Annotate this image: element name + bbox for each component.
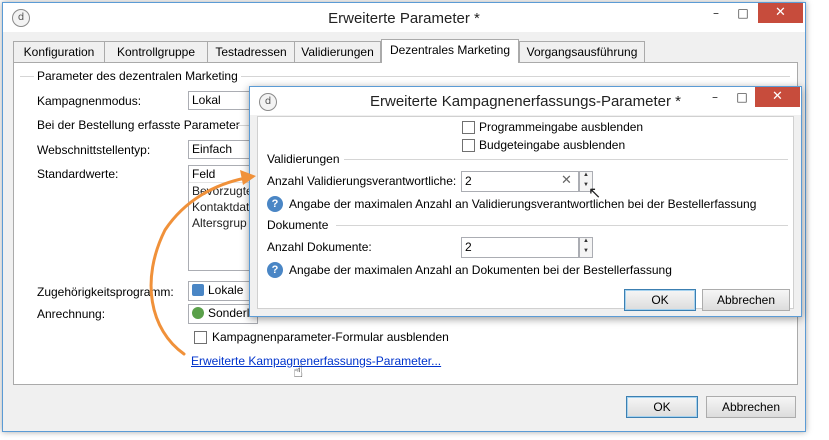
list-item[interactable]: Kontaktdat xyxy=(189,199,257,215)
advanced-params-dialog: d Erweiterte Kampagnenerfassungs-Paramet… xyxy=(249,86,802,317)
hide-form-label: Kampagnenparameter-Formular ausblenden xyxy=(212,330,449,344)
charging-value: Sonderl xyxy=(208,306,250,320)
documents-section-label: Dokumente xyxy=(267,218,329,232)
campaign-mode-label: Kampagnenmodus: xyxy=(37,94,142,108)
hide-program-label: Programmeingabe ausblenden xyxy=(479,120,644,134)
charging-field[interactable]: Sonderl xyxy=(188,304,258,324)
tab-kontrollgruppe[interactable]: Kontrollgruppe xyxy=(104,41,208,62)
tab-validierungen[interactable]: Validierungen xyxy=(294,41,381,62)
campaign-mode-select[interactable]: Lokal xyxy=(188,91,258,110)
defaults-label: Standardwerte: xyxy=(37,167,119,181)
dialog-titlebar: d Erweiterte Kampagnenerfassungs-Paramet… xyxy=(250,87,801,115)
charging-label: Anrechnung: xyxy=(37,307,106,321)
interface-type-select[interactable]: Einfach xyxy=(188,140,258,159)
dialog-cancel-button[interactable]: Abbrechen xyxy=(702,289,790,311)
tab-vorgangsausfuehrung[interactable]: Vorgangsausführung xyxy=(519,41,645,62)
documents-help-icon: ? xyxy=(267,262,283,278)
advanced-params-link[interactable]: Erweiterte Kampagnenerfassungs-Parameter… xyxy=(191,354,441,368)
dialog-maximize-button[interactable]: □ xyxy=(729,87,755,107)
dialog-close-button[interactable]: ✕ xyxy=(755,87,800,107)
validations-section-label: Validierungen xyxy=(267,152,340,166)
documents-input[interactable]: 2 xyxy=(461,237,579,258)
maximize-button[interactable]: □ xyxy=(730,3,756,23)
program-label: Zugehörigkeitsprogramm: xyxy=(37,285,174,299)
clear-icon[interactable]: ✕ xyxy=(561,173,572,188)
defaults-list[interactable]: Feld Bevorzugte Kontaktdat Altersgrup xyxy=(188,165,258,271)
program-field[interactable]: Lokale xyxy=(188,281,258,301)
approvers-help-text: Angabe der maximalen Anzahl an Validieru… xyxy=(289,197,757,211)
charging-icon xyxy=(192,307,204,319)
main-titlebar: d Erweiterte Parameter * – □ ✕ xyxy=(3,3,805,32)
minimize-button[interactable]: – xyxy=(703,3,729,23)
main-window-title: Erweiterte Parameter * xyxy=(328,10,480,27)
defaults-list-header: Feld xyxy=(189,166,257,183)
documents-label: Anzahl Dokumente: xyxy=(267,240,372,254)
order-params-label: Bei der Bestellung erfasste Parameter xyxy=(37,118,240,132)
hide-program-checkbox[interactable] xyxy=(462,121,475,134)
hide-budget-label: Budgeteingabe ausblenden xyxy=(479,138,626,152)
tab-konfiguration[interactable]: Konfiguration xyxy=(13,41,105,62)
tab-dezentrales-marketing[interactable]: Dezentrales Marketing xyxy=(381,39,519,63)
hide-budget-checkbox[interactable] xyxy=(462,139,475,152)
dialog-ok-button[interactable]: OK xyxy=(624,289,696,311)
approvers-label: Anzahl Validierungsverantwortliche: xyxy=(267,174,457,188)
main-ok-button[interactable]: OK xyxy=(626,396,698,418)
interface-type-label: Webschnittstellentyp: xyxy=(37,143,151,157)
tab-testadressen[interactable]: Testadressen xyxy=(207,41,295,62)
main-cancel-button[interactable]: Abbrechen xyxy=(706,396,796,418)
dialog-minimize-button[interactable]: – xyxy=(702,87,728,107)
documents-stepper[interactable]: ▲ ▼ xyxy=(579,237,593,258)
list-item[interactable]: Bevorzugte xyxy=(189,183,257,199)
documents-help-text: Angabe der maximalen Anzahl an Dokumente… xyxy=(289,263,672,277)
program-icon xyxy=(192,284,204,296)
list-item[interactable]: Altersgrup xyxy=(189,215,257,231)
dialog-panel: Programmeingabe ausblenden Budgeteingabe… xyxy=(257,116,794,311)
validations-divider xyxy=(344,159,788,160)
close-button[interactable]: ✕ xyxy=(758,3,803,23)
documents-divider xyxy=(336,225,788,226)
hand-cursor-icon: ☝ xyxy=(293,362,304,382)
program-value: Lokale xyxy=(208,283,244,297)
approvers-help-icon: ? xyxy=(267,196,283,212)
group-label: Parameter des dezentralen Marketing xyxy=(34,69,241,83)
hide-form-checkbox[interactable] xyxy=(194,331,207,344)
